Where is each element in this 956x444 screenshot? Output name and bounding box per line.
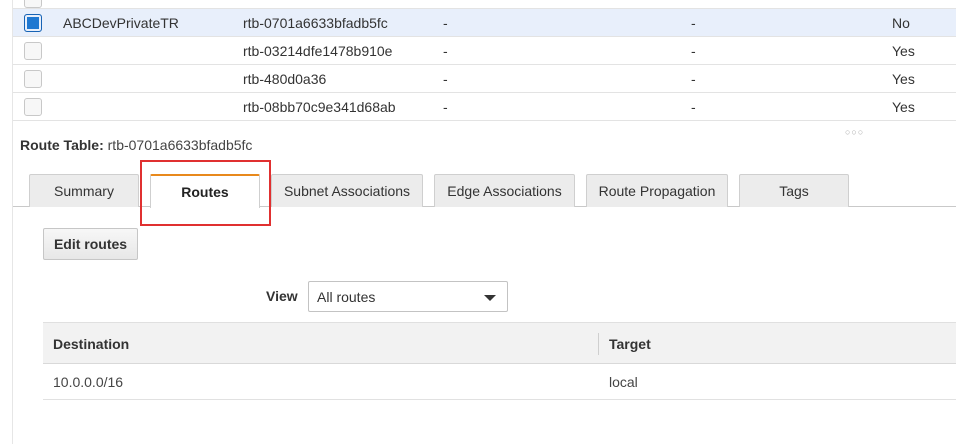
route-table-main: Yes [892, 71, 915, 87]
route-table-id: rtb-480d0a36 [243, 71, 327, 87]
route-table-main: No [892, 15, 910, 31]
table-row[interactable]: rtb-480d0a36 - - Yes [13, 65, 956, 93]
detail-title-label: Route Table: [20, 137, 104, 153]
route-table-col-b: - [691, 15, 696, 31]
tab-summary[interactable]: Summary [29, 174, 139, 207]
routes-table-header: Destination Target [43, 322, 956, 364]
view-select[interactable]: All routes [308, 281, 508, 312]
chevron-down-icon [484, 295, 496, 301]
route-table-col-a: - [443, 71, 448, 87]
row-checkbox[interactable] [24, 0, 42, 8]
edit-routes-button[interactable]: Edit routes [43, 228, 138, 260]
tab-tags[interactable]: Tags [739, 174, 849, 207]
route-table-main: Yes [892, 43, 915, 59]
route-table-col-b: - [691, 99, 696, 115]
table-row[interactable]: rtb-03214dfe1478b910e - - Yes [13, 37, 956, 65]
view-select-value: All routes [317, 289, 376, 305]
column-separator[interactable] [598, 333, 599, 355]
route-destination: 10.0.0.0/16 [53, 374, 124, 390]
route-target: local [609, 374, 638, 390]
tab-route-propagation[interactable]: Route Propagation [586, 174, 728, 207]
route-table-id: rtb-0701a6633bfadb5fc [243, 15, 388, 31]
route-table-col-a: - [443, 99, 448, 115]
table-row[interactable]: 10.0.0.0/16 local [43, 364, 956, 400]
table-row[interactable]: rtb-08bb70c9e341d68ab - - Yes [13, 93, 956, 121]
column-header-target[interactable]: Target [609, 336, 651, 352]
column-header-destination[interactable]: Destination [53, 336, 129, 352]
row-checkbox[interactable] [24, 42, 42, 60]
route-tables-list: ABCDevPrivateTR rtb-0701a6633bfadb5fc - … [13, 0, 956, 121]
detail-title-value: rtb-0701a6633bfadb5fc [107, 137, 253, 153]
tab-edge-associations[interactable]: Edge Associations [434, 174, 575, 207]
detail-title: Route Table: rtb-0701a6633bfadb5fc [20, 137, 252, 153]
route-table-col-a: - [443, 43, 448, 59]
tab-subnet-associations[interactable]: Subnet Associations [271, 174, 423, 207]
table-row[interactable] [13, 0, 956, 9]
table-row-selected[interactable]: ABCDevPrivateTR rtb-0701a6633bfadb5fc - … [13, 9, 956, 37]
route-table-col-b: - [691, 71, 696, 87]
route-table-main: Yes [892, 99, 915, 115]
route-table-id: rtb-03214dfe1478b910e [243, 43, 393, 59]
resize-handle-icon[interactable]: ○○○ [845, 127, 864, 137]
routes-table: Destination Target 10.0.0.0/16 local [43, 322, 956, 400]
route-table-col-b: - [691, 43, 696, 59]
row-checkbox-checked[interactable] [24, 14, 42, 32]
row-checkbox[interactable] [24, 98, 42, 116]
route-table-name: ABCDevPrivateTR [63, 15, 179, 31]
route-table-id: rtb-08bb70c9e341d68ab [243, 99, 396, 115]
row-checkbox[interactable] [24, 70, 42, 88]
route-table-col-a: - [443, 15, 448, 31]
view-label: View [266, 288, 298, 304]
highlight-box [140, 160, 271, 226]
